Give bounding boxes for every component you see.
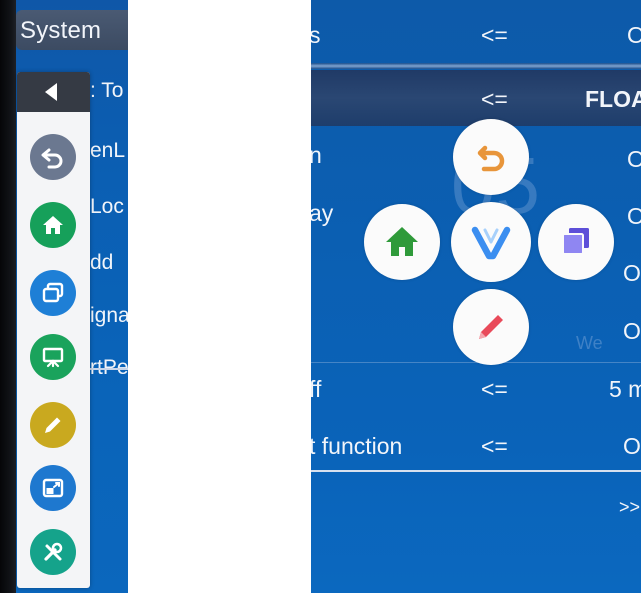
toolbar-back-button[interactable] (30, 134, 76, 180)
row-7-value[interactable]: 5 m (609, 376, 641, 403)
row-2-value[interactable]: FLOA (585, 86, 641, 113)
toolbar-pen-button[interactable] (30, 402, 76, 448)
undo-icon (477, 145, 505, 172)
triangle-left-icon (45, 83, 57, 101)
row-8-value[interactable]: O (623, 433, 641, 460)
home-icon (43, 216, 63, 234)
cross-menu-back-button[interactable] (453, 119, 529, 195)
toolbar-window-resize-button[interactable] (30, 465, 76, 511)
row-6-value[interactable]: Ol (623, 318, 641, 345)
whiteboard-icon (42, 347, 64, 368)
row-3-label[interactable]: n (311, 142, 322, 169)
more-settings-arrow[interactable]: >> (619, 497, 640, 518)
v-logo-icon (471, 226, 511, 260)
cross-menu-center-button[interactable] (451, 202, 531, 282)
floating-toolbar (17, 72, 90, 588)
setting-label-3[interactable]: Loc (90, 195, 124, 219)
row-1-value[interactable]: O (627, 22, 641, 49)
cross-menu-home-button[interactable] (364, 204, 440, 280)
row-7-arrow[interactable]: <= (481, 376, 508, 403)
setting-label-1[interactable]: : To (90, 79, 123, 103)
toolbar-collapse-button[interactable] (17, 72, 90, 112)
setting-label-4[interactable]: dd (90, 251, 113, 275)
setting-label-2[interactable]: enL (90, 139, 125, 163)
background-weekday-text: We (576, 333, 603, 353)
row-5-value[interactable]: Ol (623, 260, 641, 287)
row-1-arrow[interactable]: <= (481, 22, 508, 49)
screen-bezel (0, 0, 16, 593)
window-resize-icon (42, 478, 64, 498)
row-3-value[interactable]: O (627, 146, 641, 173)
screenshot-root: { "left_panel": { "header_title": "Syste… (0, 0, 641, 593)
right-photo-panel: 05 We s <= O <= FLOA n O ay O Ol Ol ff <… (311, 0, 641, 593)
selected-row-border (311, 63, 641, 69)
pen-icon (45, 417, 61, 433)
toolbar-whiteboard-button[interactable] (30, 334, 76, 380)
settings-bottom-rule (311, 470, 641, 472)
row-4-label[interactable]: ay (311, 200, 333, 227)
row-4-value[interactable]: O (627, 203, 641, 230)
row-2-arrow[interactable]: <= (481, 86, 508, 113)
pen-icon (479, 315, 503, 339)
row-1-label[interactable]: s (311, 22, 321, 49)
undo-icon (41, 148, 63, 169)
setting-label-5[interactable]: igna (90, 304, 128, 328)
toolbar-home-button[interactable] (30, 202, 76, 248)
system-header-title: System (20, 17, 102, 44)
left-photo-panel: System : To enL Loc dd igna rtPe (0, 0, 128, 593)
row-8-label[interactable]: t function (311, 433, 402, 460)
windows-icon (562, 228, 589, 255)
row-7-label[interactable]: ff (311, 376, 321, 403)
settings-divider (90, 368, 128, 370)
home-icon (386, 227, 418, 256)
tools-icon (44, 542, 63, 561)
cross-menu-pen-button[interactable] (453, 289, 529, 365)
toolbar-tools-button[interactable] (30, 529, 76, 575)
cross-menu-windows-button[interactable] (538, 204, 614, 280)
row-8-arrow[interactable]: <= (481, 433, 508, 460)
toolbar-windows-button[interactable] (30, 270, 76, 316)
windows-icon (42, 282, 64, 303)
